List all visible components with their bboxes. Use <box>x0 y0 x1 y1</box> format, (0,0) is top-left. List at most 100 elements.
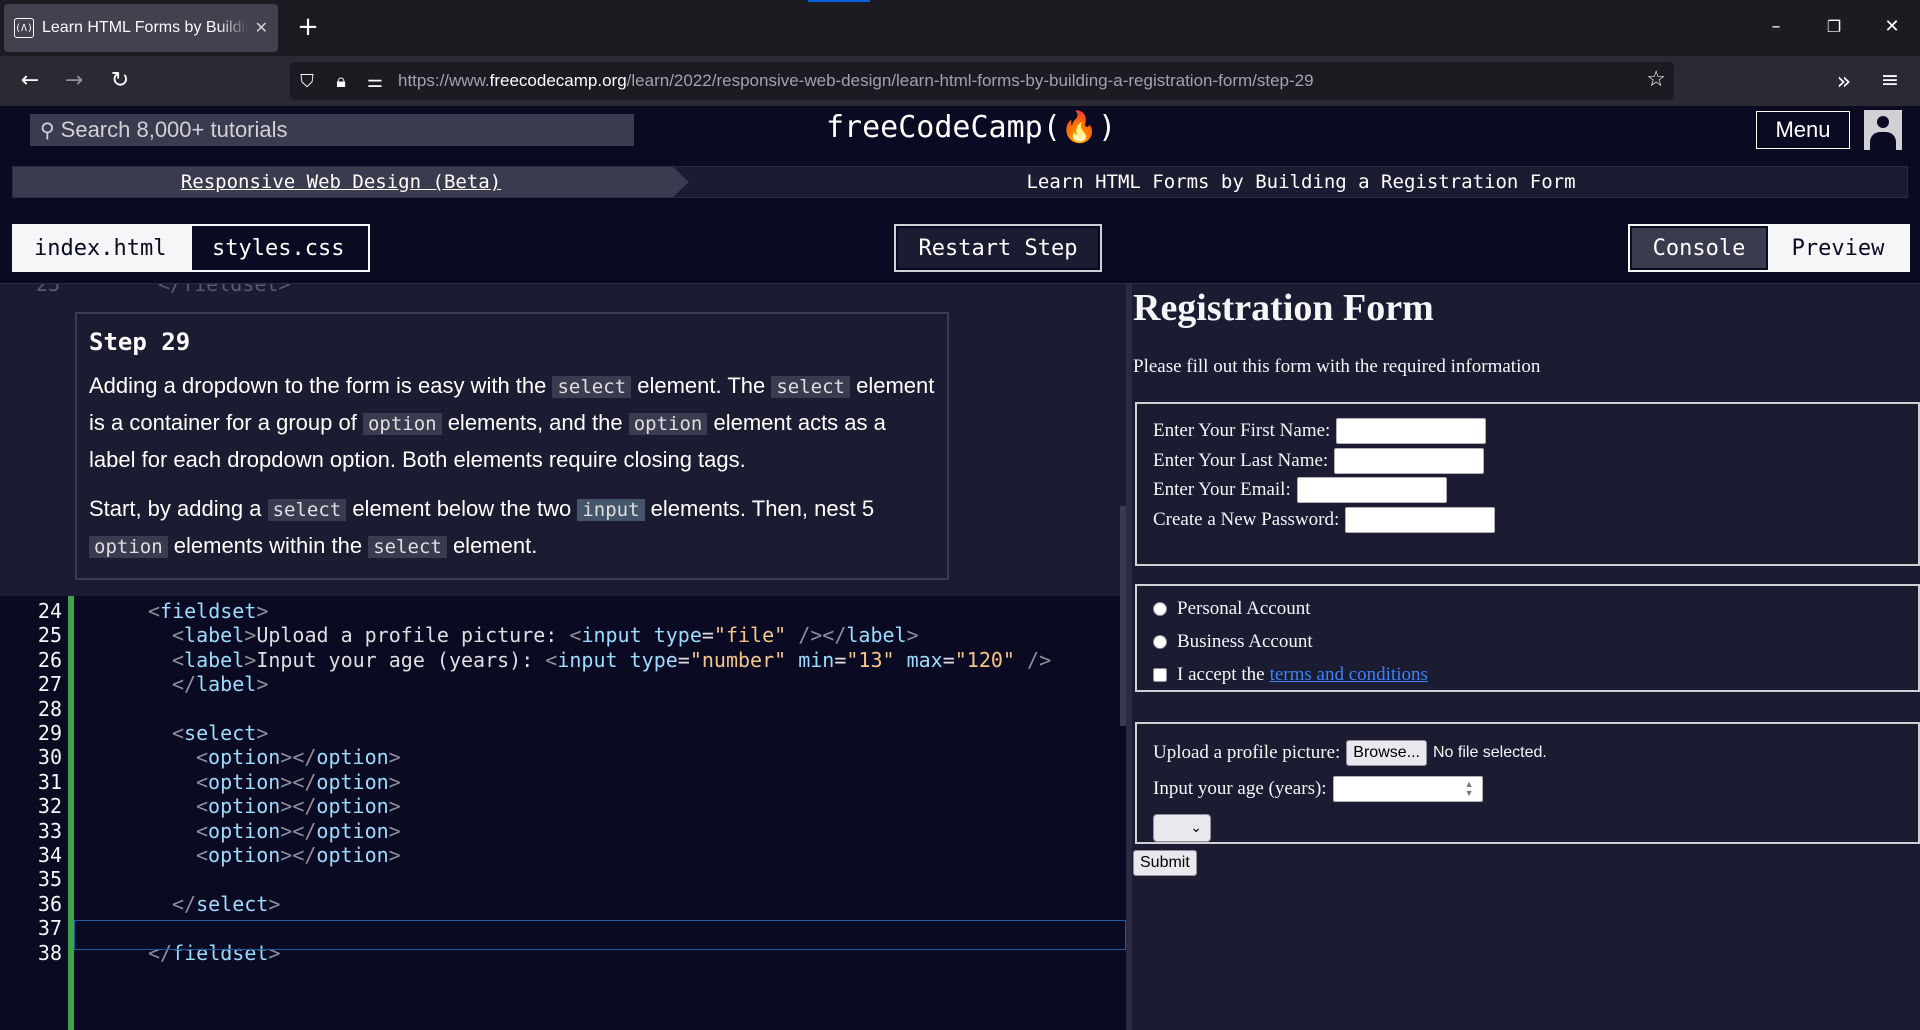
code-token: ></ <box>280 745 317 770</box>
fcc-nav-bar: ⚲ Search 8,000+ tutorials freeCodeCamp(🔥… <box>0 106 1920 154</box>
fieldset-personal-info: Enter Your First Name: Enter Your Last N… <box>1135 402 1920 566</box>
last-name-input[interactable] <box>1334 448 1485 474</box>
first-name-input[interactable] <box>1336 418 1487 444</box>
search-input[interactable]: ⚲ Search 8,000+ tutorials <box>30 114 634 146</box>
business-account-radio[interactable] <box>1153 635 1167 649</box>
code-token: select <box>184 721 257 745</box>
code-token: > <box>256 672 269 697</box>
shield-icon[interactable]: ⛉ <box>290 71 324 92</box>
age-number-input[interactable]: ▲ ▼ <box>1332 776 1483 802</box>
code-token: Upload a profile picture: <box>256 623 570 648</box>
breadcrumb: Responsive Web Design (Beta) Learn HTML … <box>12 166 1908 198</box>
code-token: > <box>388 745 401 770</box>
tab-styles-css[interactable]: styles.css <box>192 226 368 270</box>
email-input[interactable] <box>1296 477 1447 503</box>
code-token: input <box>557 647 618 672</box>
business-account-row: Business Account <box>1153 631 1313 653</box>
number-spinner-icon[interactable]: ▲ ▼ <box>1465 780 1474 798</box>
inline-code: select <box>368 536 447 558</box>
code-token: type <box>653 623 702 648</box>
browse-button[interactable]: Browse... <box>1346 740 1427 766</box>
last-name-label: Enter Your Last Name: <box>1153 450 1329 471</box>
preview-description: Please fill out this form with the requi… <box>1133 356 1541 377</box>
restore-icon[interactable]: ❐ <box>1818 12 1850 44</box>
menu-button[interactable]: Menu <box>1756 111 1850 149</box>
code-editor[interactable]: 23 </fieldset> Step 29 Adding a dropdown… <box>0 284 1126 1030</box>
avatar[interactable] <box>1864 110 1902 150</box>
code-token: < <box>545 647 558 672</box>
back-arrow-icon[interactable]: ← <box>14 65 46 97</box>
code-token: < <box>196 843 209 867</box>
tab-index-html[interactable]: index.html <box>14 226 192 270</box>
bookmark-star-icon[interactable]: ☆ <box>1646 66 1666 92</box>
step-title: Step 29 <box>89 328 191 356</box>
select-dropdown[interactable]: ⌄ <box>1153 814 1211 842</box>
restart-step-button[interactable]: Restart Step <box>894 224 1102 272</box>
lock-icon[interactable]: 🔒︎ <box>324 71 358 92</box>
code-token: option <box>316 818 389 843</box>
code-token: < <box>569 623 582 648</box>
personal-account-radio[interactable] <box>1153 602 1167 616</box>
browser-nav-bar: ← → ↻ ⛉ 🔒︎ ⚌ https://www.freecodecamp.or… <box>0 56 1920 106</box>
upload-label: Upload a profile picture: <box>1153 742 1341 763</box>
partial-code-line: 23 </fieldset> <box>0 284 1126 296</box>
minimize-icon[interactable]: – <box>1760 12 1792 44</box>
code-token: option <box>208 745 281 770</box>
freecodecamp-favicon-icon: (Λ) <box>14 18 34 38</box>
code-token: label <box>196 672 257 697</box>
submit-button[interactable]: Submit <box>1133 850 1197 876</box>
preview-toggle-button[interactable]: Preview <box>1768 226 1908 270</box>
code-token: "file" <box>713 623 787 648</box>
code-token: > <box>256 721 269 745</box>
code-token: /></ <box>798 623 847 648</box>
code-token: > <box>244 623 257 648</box>
new-tab-button[interactable]: + <box>292 12 324 44</box>
code-token: fieldset <box>160 599 257 623</box>
code-token: min <box>798 647 835 672</box>
step-instructions: Step 29 Adding a dropdown to the form is… <box>75 312 949 580</box>
upload-row: Upload a profile picture: Browse... No f… <box>1153 740 1547 766</box>
terms-link[interactable]: terms and conditions <box>1270 664 1428 686</box>
code-token: < <box>148 599 161 623</box>
breadcrumb-block-label[interactable]: Learn HTML Forms by Building a Registrat… <box>1026 171 1575 193</box>
close-tab-icon[interactable]: ✕ <box>255 18 268 38</box>
code-token: > <box>388 794 401 819</box>
code-token: ></ <box>280 818 317 843</box>
code-token: = <box>701 623 714 648</box>
breadcrumb-superblock: Responsive Web Design (Beta) <box>13 167 689 197</box>
app-menu-icon[interactable]: ≡ <box>1874 65 1906 97</box>
code-area[interactable]: 24 <fieldset> 25 <label>Upload a profile pi… <box>0 596 1126 1030</box>
inline-code: input <box>577 499 645 521</box>
breadcrumb-superblock-link[interactable]: Responsive Web Design (Beta) <box>181 171 501 193</box>
close-window-icon[interactable]: ✕ <box>1876 12 1908 44</box>
freecodecamp-logo[interactable]: freeCodeCamp(🔥) <box>826 110 1116 145</box>
permissions-icon[interactable]: ⚌ <box>358 71 392 92</box>
terms-label: I accept the <box>1177 664 1265 685</box>
console-toggle-button[interactable]: Console <box>1630 226 1768 270</box>
personal-account-label: Personal Account <box>1177 598 1311 619</box>
personal-account-row: Personal Account <box>1153 598 1311 620</box>
terms-row: I accept the terms and conditions <box>1153 664 1428 686</box>
code-token: option <box>208 769 281 794</box>
code-token: label <box>846 623 907 648</box>
overflow-chevrons-icon[interactable]: » <box>1828 65 1860 97</box>
code-token: = <box>834 647 847 672</box>
code-token: > <box>388 843 401 867</box>
password-input[interactable] <box>1345 507 1496 533</box>
code-token: select <box>196 891 269 916</box>
reload-icon[interactable]: ↻ <box>104 65 136 97</box>
last-name-row: Enter Your Last Name: <box>1153 448 1485 474</box>
first-name-label: Enter Your First Name: <box>1153 420 1331 441</box>
browser-tab[interactable]: (Λ) Learn HTML Forms by Building a Regis… <box>4 4 278 52</box>
preview-pane: Registration Form Please fill out this f… <box>1132 284 1920 1030</box>
terms-checkbox[interactable] <box>1153 668 1167 682</box>
url-bar[interactable]: ⛉ 🔒︎ ⚌ https://www.freecodecamp.org/lear… <box>290 62 1674 100</box>
email-label: Enter Your Email: <box>1153 479 1291 500</box>
code-token: option <box>316 794 389 819</box>
code-token: input <box>581 623 642 648</box>
forward-arrow-icon[interactable]: → <box>58 65 90 97</box>
